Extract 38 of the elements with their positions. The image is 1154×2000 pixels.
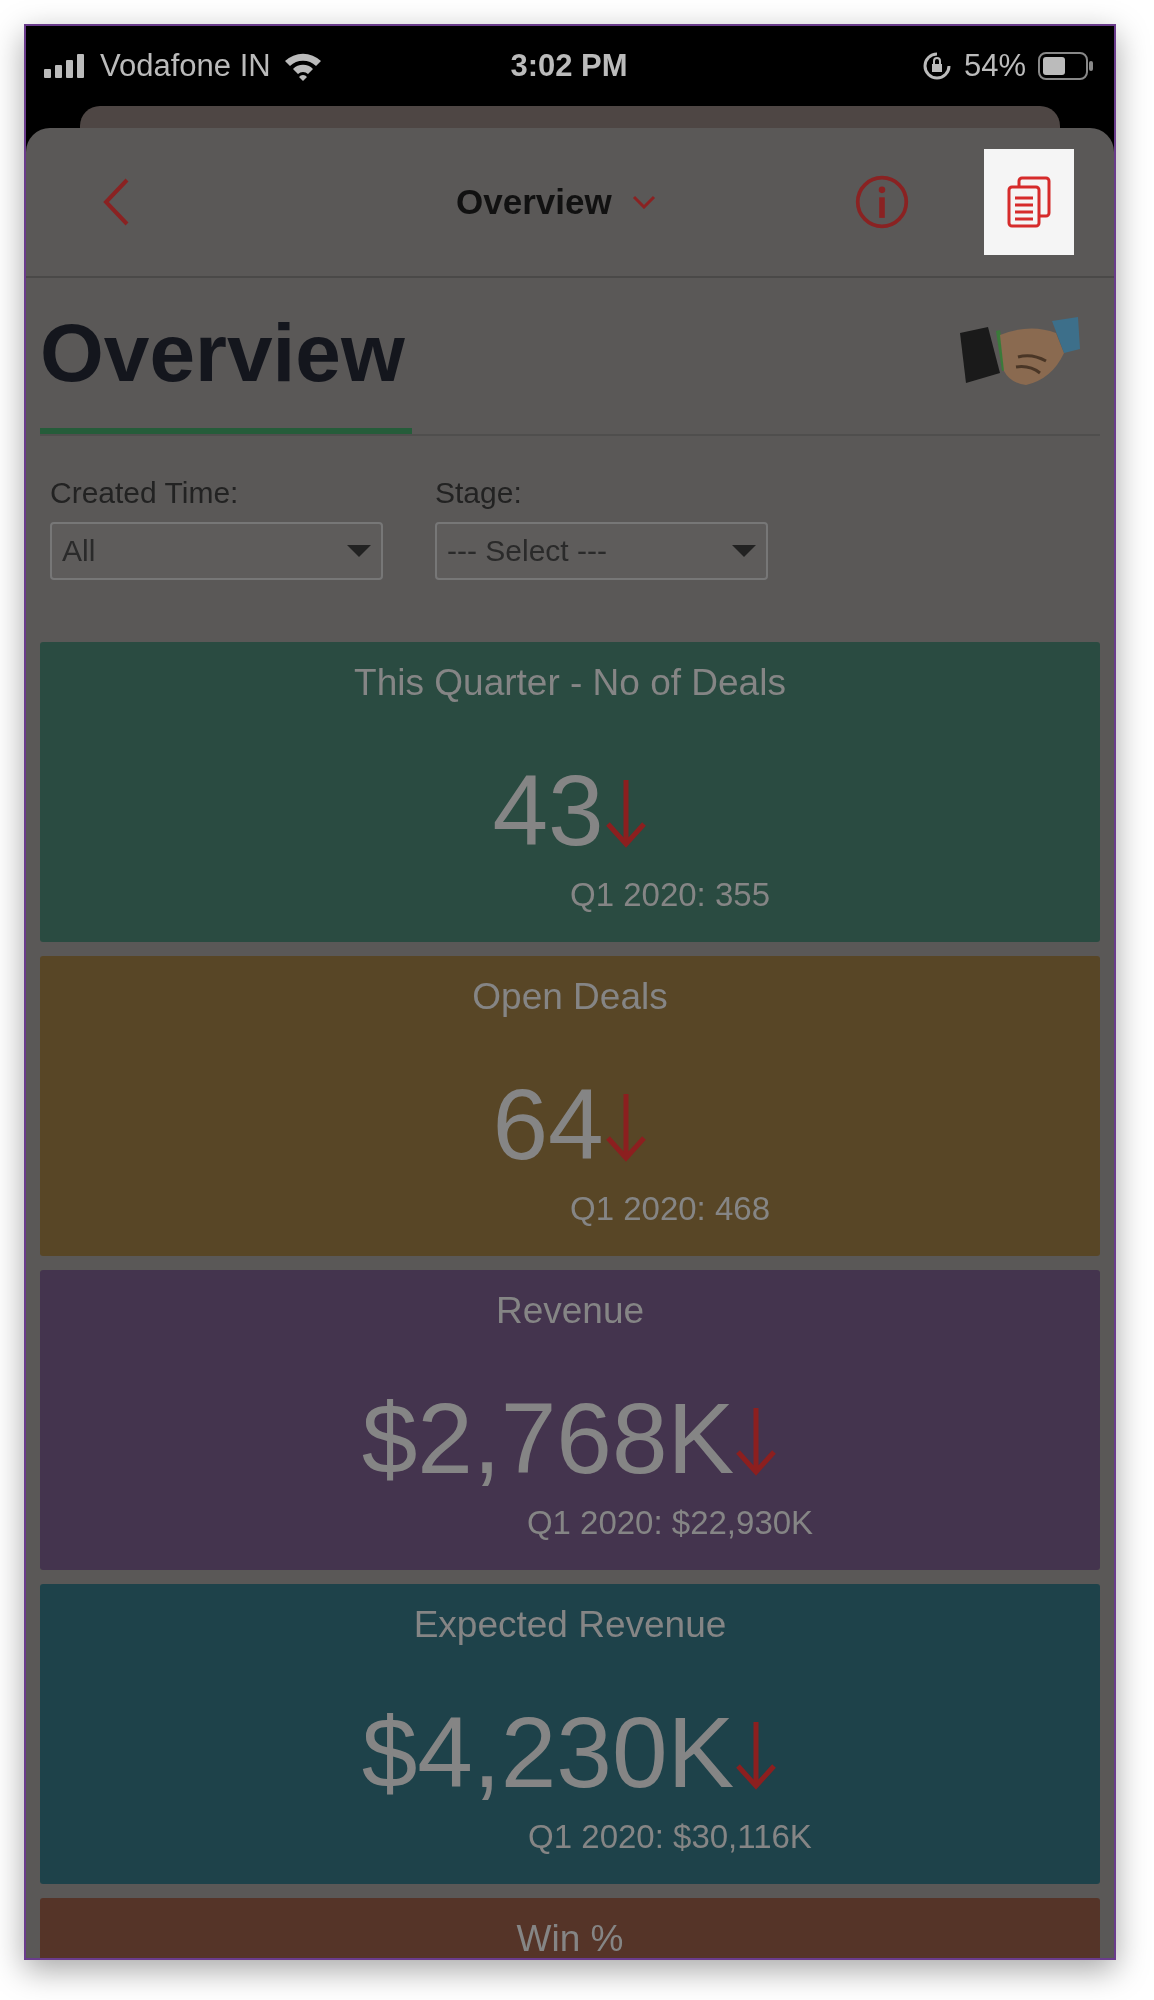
card-title: Win % xyxy=(516,1918,624,1958)
metric-value: 64 xyxy=(492,1074,604,1174)
down-arrow-icon xyxy=(734,1406,779,1476)
metric-value: $4,230K xyxy=(361,1702,735,1802)
comparison-text: Q1 2020: 355 xyxy=(569,876,770,914)
filter-label: Created Time: xyxy=(50,476,240,510)
down-arrow-icon xyxy=(603,1092,648,1162)
comparison-text: Q1 2020: 468 xyxy=(569,1190,770,1228)
metric-value: $2,768K xyxy=(361,1388,735,1488)
title-dropdown[interactable]: Overview xyxy=(456,182,656,222)
info-icon[interactable] xyxy=(854,174,910,230)
down-arrow-icon xyxy=(603,778,648,848)
metric-card[interactable]: This Quarter - No of Deals 43 Q1 2020: 355 xyxy=(40,642,1100,942)
metric-card[interactable]: Revenue $2,768K Q1 2020: $22,930K xyxy=(40,1270,1100,1570)
metric-card[interactable]: Expected Revenue $4,230K Q1 2020: $30,116K xyxy=(40,1584,1100,1884)
metric-card[interactable]: Win % xyxy=(40,1898,1100,1958)
card-title: Expected Revenue xyxy=(413,1604,727,1646)
status-time: 3:02 PM xyxy=(510,48,628,84)
card-title: Revenue xyxy=(495,1290,645,1332)
metric-card[interactable]: Open Deals 64 Q1 2020: 468 xyxy=(40,956,1100,1256)
card-title: This Quarter - No of Deals xyxy=(354,662,786,704)
metric-value: 43 xyxy=(492,760,604,860)
rotation-lock-icon xyxy=(921,51,952,81)
comparison-text: Q1 2020: $30,116K xyxy=(527,1818,812,1856)
carrier-name: Vodafone IN xyxy=(100,48,271,84)
copy-button[interactable] xyxy=(984,149,1074,255)
page-title: Overview xyxy=(40,306,405,400)
dropdown-arrow-icon xyxy=(347,545,371,557)
back-icon[interactable] xyxy=(101,177,131,227)
filter-label: Stage: xyxy=(435,476,523,510)
battery-percent: 54% xyxy=(963,48,1026,84)
card-title: Open Deals xyxy=(472,976,668,1018)
battery-icon xyxy=(1038,52,1094,80)
documents-icon xyxy=(1007,176,1051,228)
comparison-text: Q1 2020: $22,930K xyxy=(525,1504,814,1542)
dropdown-arrow-icon xyxy=(732,545,756,557)
down-arrow-icon xyxy=(734,1720,779,1790)
caret-icon xyxy=(631,195,656,209)
